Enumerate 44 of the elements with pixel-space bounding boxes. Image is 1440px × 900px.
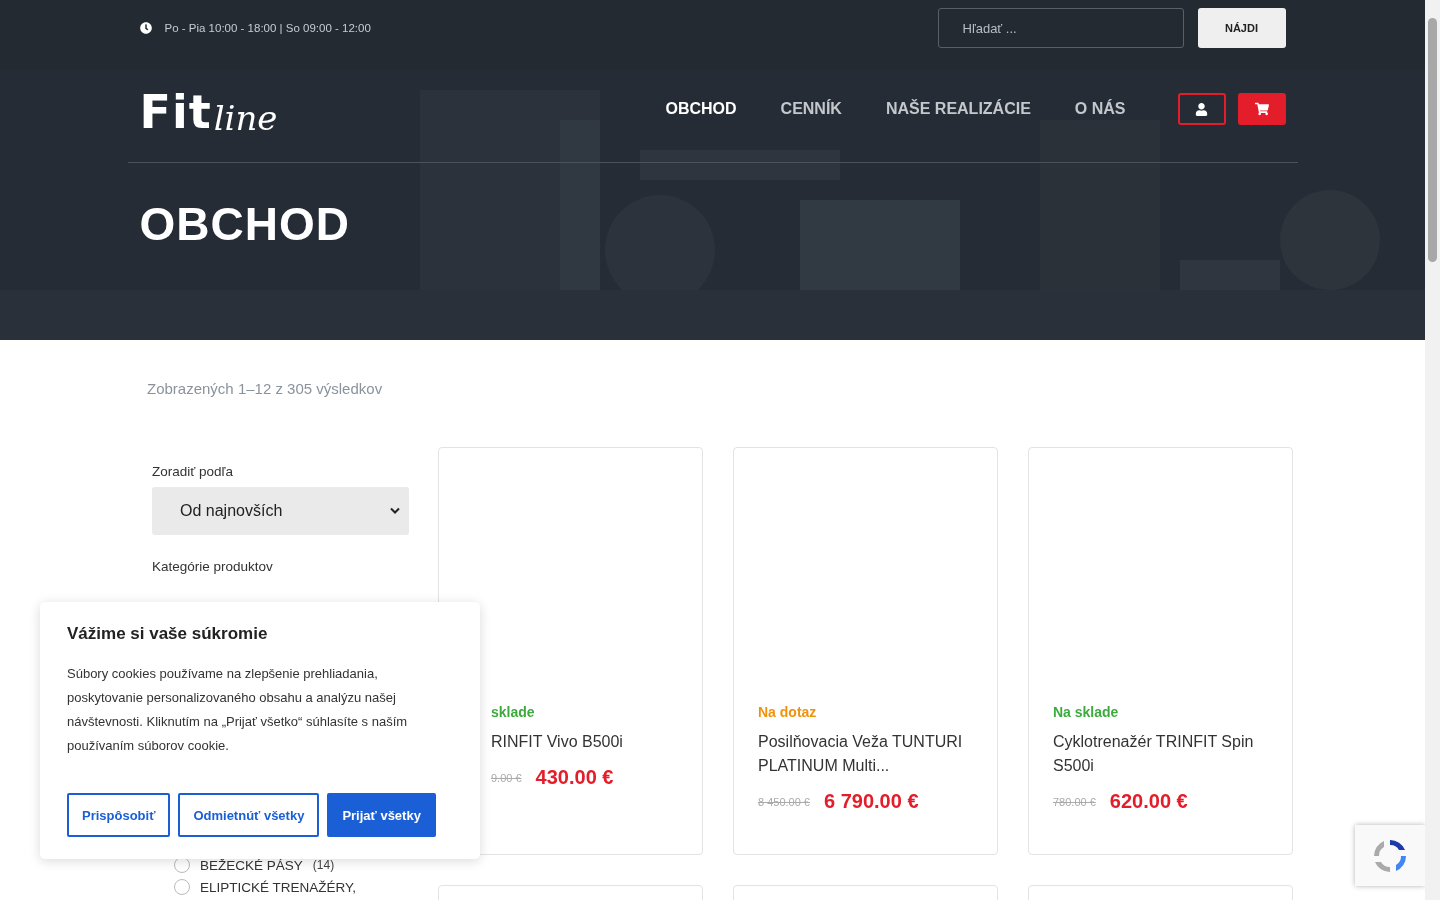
search-field[interactable]: Hľadať ... — [937, 8, 1184, 48]
product-name[interactable]: Posilňovacia Veža TUNTURI PLATINUM Multi... — [758, 730, 977, 778]
cart-icon — [1254, 102, 1269, 116]
product-price: 620.00 € — [1109, 790, 1188, 813]
logo[interactable]: Fitline — [139, 83, 278, 135]
account-button[interactable] — [1177, 93, 1226, 125]
product-name[interactable]: RINFIT Vivo B500i — [491, 730, 682, 754]
old-price: 8 450.00 € — [758, 795, 810, 808]
dialog-text: Súbory cookies používame na zlepšenie prehliadania, poskytovanie personalizovaného obsahu a analýzu našej návštevnosti. Kliknutím na „Prijať všetko“ súhlasíte s naším používaním súborov cookie. — [67, 665, 409, 755]
cookie-button[interactable]: Prispôsobiť — [67, 793, 171, 837]
category-radio[interactable] — [174, 879, 190, 895]
product-card[interactable]: Na dotaz Posilňovacia Veža TUNTURI PLATINUM Multi... 8 450.00 € 6 790.00 € — [733, 447, 998, 855]
category-name[interactable]: BEŽECKÉ PÁSY — [200, 857, 303, 873]
scrollbar[interactable] — [1425, 0, 1440, 900]
nav-link[interactable]: O NÁS — [1074, 100, 1126, 118]
cookie-button[interactable]: Odmietnúť všetky — [178, 793, 320, 837]
old-price: 780.00 € — [1053, 795, 1096, 808]
old-price: 9.00 € — [491, 771, 522, 784]
categories-label: Kategórie produktov — [152, 559, 274, 574]
stock-status: Na sklade — [1053, 704, 1120, 720]
clock-icon — [139, 22, 152, 34]
sort-select[interactable]: Od najnovších — [152, 487, 409, 535]
product-price: 430.00 € — [535, 766, 614, 789]
chevron-down-icon — [389, 507, 401, 515]
category-count: (14) — [312, 858, 335, 872]
product-card[interactable]: Na sklade Cyklotrenažér TRINFIT Spin S500i 780.00 € 620.00 € — [1028, 447, 1293, 855]
user-icon — [1195, 102, 1208, 116]
category-name[interactable]: ELIPTICKÉ TRENAŽÉRY, — [200, 879, 357, 895]
cart-button[interactable] — [1237, 93, 1286, 125]
dialog-title: Vážime si vaše súkromie — [67, 624, 269, 644]
sort-label: Zoradiť podľa — [152, 464, 235, 479]
page-title: OBCHOD — [139, 197, 351, 251]
product-name[interactable]: Cyklotrenažér TRINFIT Spin S500i — [1053, 730, 1272, 778]
nav-link[interactable]: NAŠE REALIZÁCIE — [885, 100, 1031, 118]
stock-status: Na dotaz — [758, 704, 818, 720]
nav-link[interactable]: CENNÍK — [780, 100, 842, 118]
stock-status: sklade — [491, 704, 536, 720]
nav-link[interactable]: OBCHOD — [665, 100, 737, 118]
search-button[interactable]: NÁJDI — [1197, 8, 1286, 48]
result-count: Zobrazených 1–12 z 305 výsledkov — [147, 380, 384, 397]
opening-hours: Po - Pia 10:00 - 18:00 | So 09:00 - 12:00 — [164, 22, 371, 34]
recaptcha-badge[interactable] — [1355, 825, 1425, 886]
product-price: 6 790.00 € — [824, 790, 919, 813]
cookie-button[interactable]: Prijať všetky — [327, 793, 436, 837]
